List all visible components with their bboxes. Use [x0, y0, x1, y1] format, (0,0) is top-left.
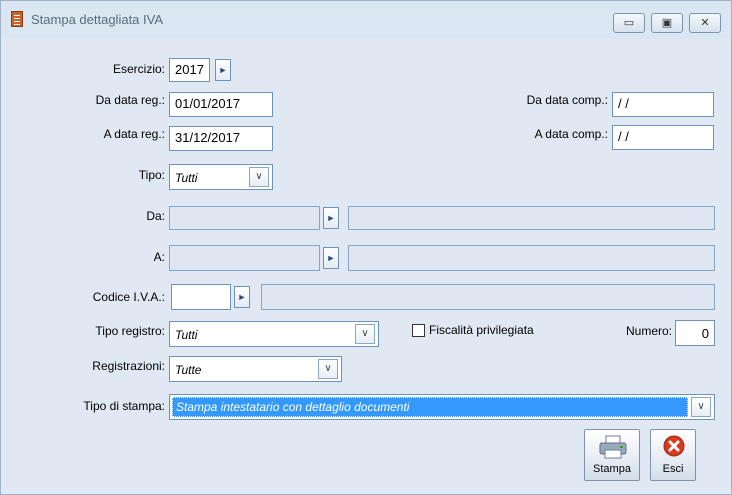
printer-icon: [599, 435, 627, 459]
codice-iva-label: Codice I.V.A.:: [92, 290, 165, 304]
codice-iva-zoom-button[interactable]: ►: [234, 286, 250, 308]
da-data-comp-field[interactable]: / /: [612, 92, 714, 117]
tipo-dropdown-icon[interactable]: ∨: [249, 167, 269, 187]
esercizio-zoom-button[interactable]: ►: [215, 59, 231, 81]
esci-button[interactable]: Esci: [650, 429, 696, 481]
exit-icon: [663, 435, 685, 457]
stampa-button[interactable]: Stampa: [584, 429, 640, 481]
dialog-window: Stampa dettagliata IVA ▭ ▣ ✕ Esercizio: …: [0, 0, 732, 495]
tipo-stampa-combo[interactable]: Stampa intestatario con dettaglio docume…: [169, 394, 715, 420]
da-description-field: [348, 206, 715, 230]
app-document-icon: [11, 11, 23, 27]
tipo-stampa-selected-value: Stampa intestatario con dettaglio docume…: [172, 397, 688, 417]
fiscalita-privilegiata-checkbox[interactable]: [412, 324, 425, 337]
numero-field[interactable]: 0: [675, 320, 715, 346]
a-data-comp-label: A data comp.:: [534, 127, 608, 141]
codice-iva-field[interactable]: [171, 284, 231, 310]
tipo-stampa-dropdown-icon[interactable]: ∨: [691, 397, 711, 417]
codice-iva-description-field: [261, 284, 715, 310]
a-description-field: [348, 245, 715, 271]
da-zoom-button[interactable]: ►: [323, 207, 339, 229]
fiscalita-privilegiata-label: Fiscalità privilegiata: [429, 323, 534, 337]
window-title: Stampa dettagliata IVA: [31, 12, 164, 27]
da-data-reg-label: Da data reg.:: [95, 93, 165, 107]
close-button[interactable]: ✕: [689, 13, 721, 33]
esci-button-label: Esci: [662, 463, 684, 475]
tipo-registro-combo[interactable]: Tutti: [169, 321, 379, 347]
da-data-comp-label: Da data comp.:: [526, 93, 608, 107]
tipo-stampa-label: Tipo di stampa:: [83, 399, 165, 413]
title-bar: Stampa dettagliata IVA ▭ ▣ ✕: [1, 1, 731, 39]
registrazioni-label: Registrazioni:: [92, 359, 165, 373]
a-code-field[interactable]: [169, 245, 320, 271]
tipo-label: Tipo:: [138, 168, 165, 182]
registrazioni-dropdown-icon[interactable]: ∨: [318, 359, 338, 379]
da-label: Da:: [146, 209, 165, 223]
esercizio-field[interactable]: 2017: [169, 58, 210, 82]
numero-label: Numero:: [625, 324, 672, 338]
stampa-button-label: Stampa: [593, 463, 631, 475]
minimize-button[interactable]: ▭: [613, 13, 645, 33]
registrazioni-combo[interactable]: Tutte: [169, 356, 342, 382]
maximize-button[interactable]: ▣: [651, 13, 683, 33]
form-area: Esercizio: 2017 ► Da data reg.: 01/01/20…: [9, 39, 723, 488]
a-data-comp-field[interactable]: / /: [612, 125, 714, 150]
tipo-registro-dropdown-icon[interactable]: ∨: [355, 324, 375, 344]
a-data-reg-field[interactable]: 31/12/2017: [169, 126, 273, 151]
a-data-reg-label: A data reg.:: [103, 127, 165, 141]
a-zoom-button[interactable]: ►: [323, 247, 339, 269]
da-code-field[interactable]: [169, 206, 320, 230]
a-label: A:: [153, 250, 165, 264]
da-data-reg-field[interactable]: 01/01/2017: [169, 92, 273, 117]
tipo-registro-label: Tipo registro:: [95, 324, 165, 338]
esercizio-label: Esercizio:: [112, 62, 165, 76]
